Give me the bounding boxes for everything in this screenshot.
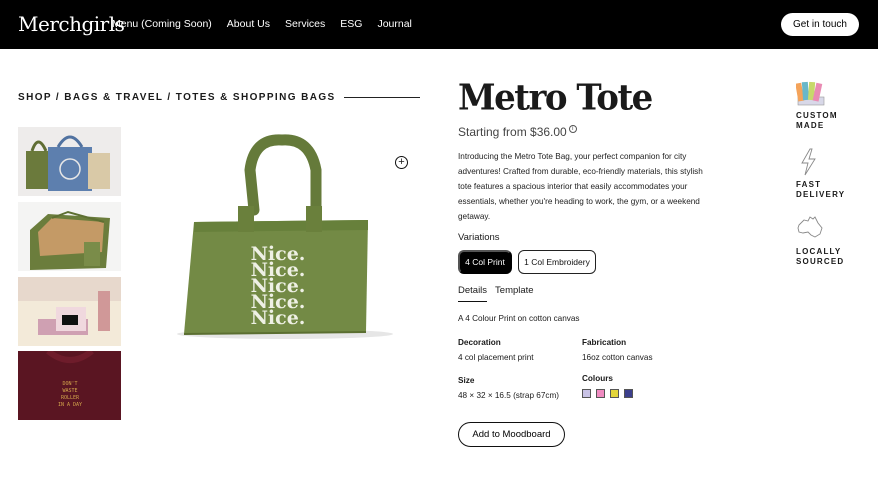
site-header: Merchgirls Menu (Coming Soon) About Us S… xyxy=(0,0,878,49)
get-in-touch-button[interactable]: Get in touch xyxy=(781,13,859,36)
nav-journal[interactable]: Journal xyxy=(377,18,411,30)
bag-print-line: Nice. xyxy=(251,307,306,329)
variations-label: Variations xyxy=(458,232,500,243)
tab-details[interactable]: Details xyxy=(458,285,488,302)
thumbnail-3[interactable] xyxy=(18,277,121,346)
size-label: Size xyxy=(458,376,475,385)
decoration-value: 4 col placement print xyxy=(458,353,534,362)
size-value: 48 × 32 × 16.5 (strap 67cm) xyxy=(458,391,560,400)
thumbnail-2[interactable] xyxy=(18,202,121,271)
color-palette-icon xyxy=(795,79,866,107)
australia-map-icon xyxy=(796,215,866,243)
variation-4-col-print-button[interactable]: 4 Col Print xyxy=(458,250,512,274)
breadcrumb-divider xyxy=(343,97,420,98)
colours-label: Colours xyxy=(582,374,613,383)
info-icon[interactable]: i xyxy=(568,125,577,133)
decoration-label: Decoration xyxy=(458,338,501,347)
price-text: Starting from $36.00 xyxy=(458,125,567,139)
colour-swatch-pink[interactable] xyxy=(596,389,605,398)
feature-locally-sourced: LOCALLY SOURCED xyxy=(796,215,866,267)
tab-template[interactable]: Template xyxy=(495,285,534,302)
variation-1-col-embroidery-button[interactable]: 1 Col Embroidery xyxy=(518,250,596,274)
fabric-description: A 4 Colour Print on cotton canvas xyxy=(458,314,580,323)
product-price: Starting from $36.00 i xyxy=(458,125,577,139)
fabrication-value: 16oz cotton canvas xyxy=(582,353,653,362)
product-title: Metro Tote xyxy=(458,77,653,119)
zoom-in-icon[interactable]: + xyxy=(395,156,408,169)
feature-label: CUSTOM MADE xyxy=(796,111,838,130)
feature-label: FAST DELIVERY xyxy=(796,180,846,199)
svg-text:ROLLER: ROLLER xyxy=(61,395,80,401)
colour-swatches xyxy=(582,389,633,398)
thumbnail-1[interactable] xyxy=(18,127,121,196)
detail-tabs: Details Template xyxy=(458,285,534,302)
size-spec: Size 48 × 32 × 16.5 (strap 67cm) xyxy=(458,376,559,400)
svg-text:IN A DAY: IN A DAY xyxy=(58,402,82,408)
colour-swatch-yellow[interactable] xyxy=(610,389,619,398)
nav-services[interactable]: Services xyxy=(285,18,325,30)
feature-label: LOCALLY SOURCED xyxy=(796,247,845,266)
add-to-moodboard-button[interactable]: Add to Moodboard xyxy=(458,422,565,447)
breadcrumb: SHOP / BAGS & TRAVEL / TOTES & SHOPPING … xyxy=(18,92,420,103)
main-product-image[interactable]: Nice. Nice. Nice. Nice. Nice. xyxy=(150,110,420,370)
lightning-icon xyxy=(796,148,866,176)
svg-text:WASTE: WASTE xyxy=(62,388,77,394)
site-logo[interactable]: Merchgirls xyxy=(18,12,125,36)
feature-fast-delivery: FAST DELIVERY xyxy=(796,148,866,200)
nav-esg[interactable]: ESG xyxy=(340,18,362,30)
colour-swatch-lavender[interactable] xyxy=(582,389,591,398)
product-description: Introducing the Metro Tote Bag, your per… xyxy=(458,152,703,221)
nav-about-us[interactable]: About Us xyxy=(227,18,270,30)
nav-menu[interactable]: Menu (Coming Soon) xyxy=(112,18,212,30)
fabrication-spec: Fabrication 16oz cotton canvas xyxy=(582,338,653,362)
breadcrumb-text[interactable]: SHOP / BAGS & TRAVEL / TOTES & SHOPPING … xyxy=(18,92,336,103)
colours-spec: Colours xyxy=(582,374,633,398)
fabrication-label: Fabrication xyxy=(582,338,627,347)
main-nav: Menu (Coming Soon) About Us Services ESG… xyxy=(112,18,412,30)
feature-custom-made: CUSTOM MADE xyxy=(795,79,866,131)
colour-swatch-navy[interactable] xyxy=(624,389,633,398)
decoration-spec: Decoration 4 col placement print xyxy=(458,338,534,362)
thumbnail-4[interactable]: DON'T WASTE ROLLER IN A DAY xyxy=(18,351,121,420)
svg-text:DON'T: DON'T xyxy=(62,381,77,387)
